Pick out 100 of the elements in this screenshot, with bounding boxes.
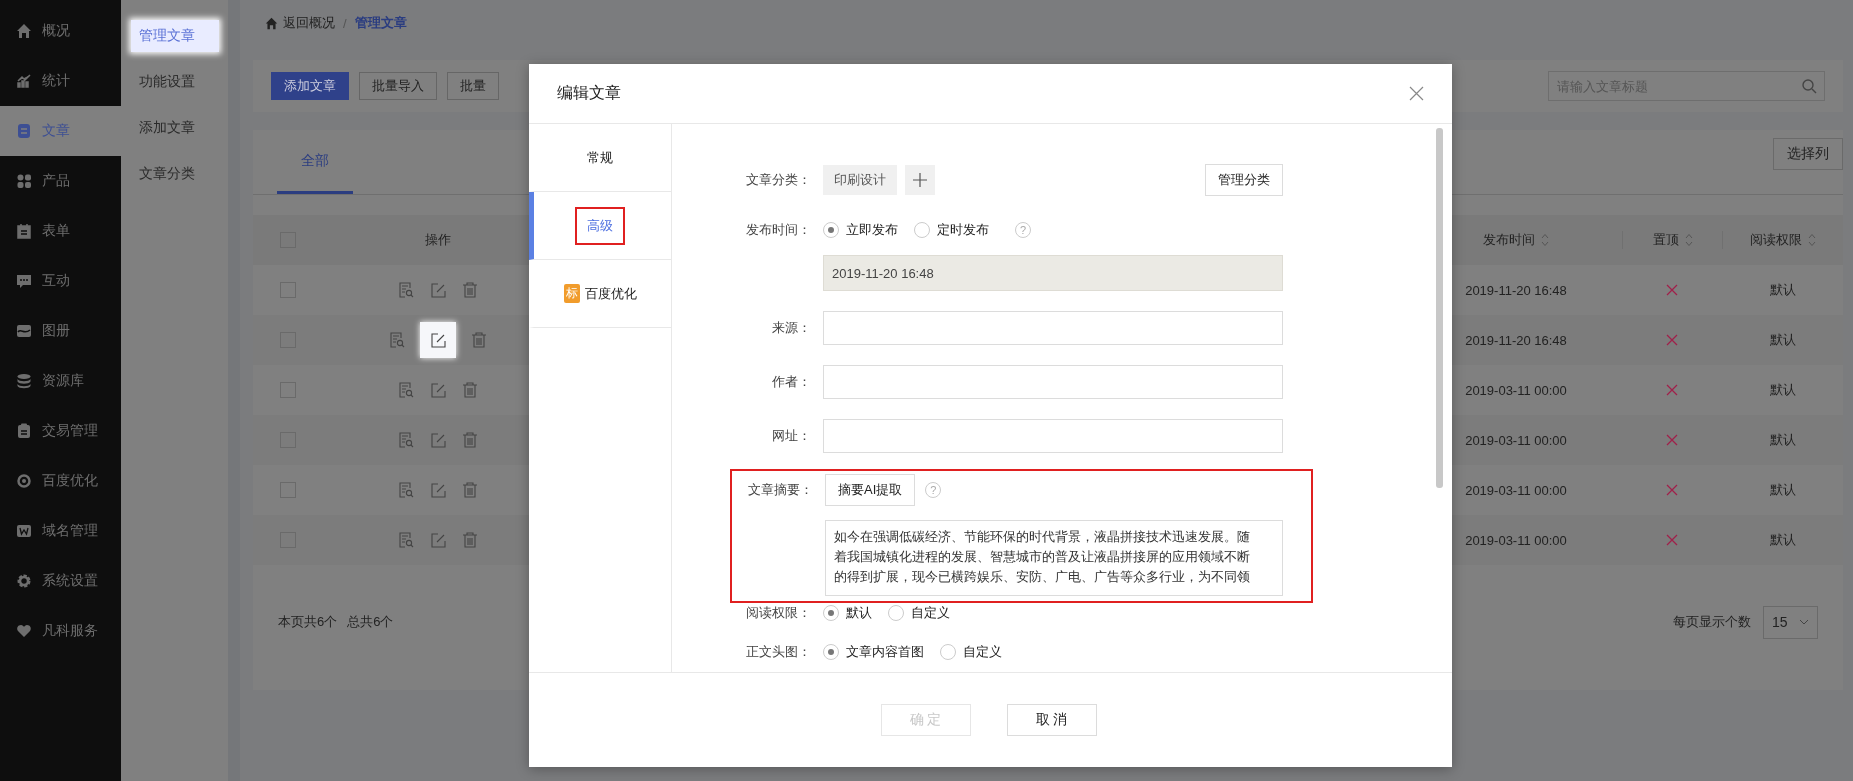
heart-icon — [16, 623, 32, 639]
search-icon[interactable] — [1801, 78, 1817, 94]
preview-icon[interactable] — [397, 281, 415, 299]
document-icon — [16, 123, 32, 139]
submenu-item[interactable]: 管理文章 — [131, 20, 219, 52]
nav-item[interactable]: 互动 — [0, 256, 121, 306]
submenu-item[interactable]: 添加文章 — [131, 112, 219, 144]
nav-item[interactable]: 产品 — [0, 156, 121, 206]
tab[interactable]: 全部 — [277, 130, 353, 194]
sort-icon[interactable] — [1684, 233, 1693, 247]
radio-option[interactable]: 自定义 — [888, 604, 950, 622]
preview-icon[interactable] — [397, 431, 415, 449]
radio-option[interactable]: 立即发布 — [823, 221, 898, 239]
picture-icon — [16, 323, 32, 339]
table-cell: 默认 — [1769, 331, 1796, 349]
page-size-label: 每页显示个数 — [1673, 613, 1751, 631]
sort-icon[interactable] — [1808, 233, 1816, 247]
nav-item[interactable]: 概况 — [0, 6, 121, 56]
table-cell: 2019-03-11 00:00 — [1465, 432, 1567, 448]
nav-item[interactable]: 图册 — [0, 306, 121, 356]
date-field[interactable]: 2019-11-20 16:48 — [823, 255, 1283, 291]
preview-icon[interactable] — [388, 331, 406, 349]
calendar-icon — [16, 223, 32, 239]
nav-item[interactable]: 系统设置 — [0, 556, 121, 606]
total-count: 总共6个 — [347, 613, 394, 631]
add-button[interactable] — [905, 165, 935, 195]
edit-icon[interactable] — [429, 331, 447, 349]
table-cell: 2019-11-20 16:48 — [1465, 282, 1567, 298]
field-label: 文章摘要： — [747, 481, 814, 499]
delete-icon[interactable] — [461, 431, 479, 449]
nav-item[interactable]: 交易管理 — [0, 406, 121, 456]
nav-item[interactable]: 表单 — [0, 206, 121, 256]
database-icon — [16, 373, 32, 389]
manage-category-button[interactable]: 管理分类 — [1205, 164, 1283, 196]
grid-icon — [16, 173, 32, 189]
field-label: 来源： — [771, 319, 812, 337]
ai-extract-button[interactable]: 摘要AI提取 — [825, 474, 916, 506]
radio-option[interactable]: 文章内容首图 — [823, 643, 924, 661]
field-label: 阅读权限： — [745, 604, 812, 622]
nav-item[interactable]: 统计 — [0, 56, 121, 106]
nav-item[interactable]: 凡科服务 — [0, 606, 121, 656]
dialog-title: 编辑文章 — [557, 83, 621, 103]
nav-item[interactable]: 文章 — [0, 106, 121, 156]
delete-icon[interactable] — [461, 281, 479, 299]
toolbar-button[interactable]: 批量导入 — [359, 72, 437, 100]
ring-icon — [16, 473, 32, 489]
preview-icon[interactable] — [397, 381, 415, 399]
input-field[interactable] — [823, 419, 1283, 453]
dialog-tab[interactable]: 常规 — [529, 124, 671, 192]
column-header[interactable]: 阅读权限 — [1750, 231, 1816, 249]
column-header[interactable]: 发布时间 — [1483, 231, 1549, 249]
nav-item[interactable]: 资源库 — [0, 356, 121, 406]
preview-icon[interactable] — [397, 481, 415, 499]
radio-option[interactable]: 自定义 — [940, 643, 1002, 661]
field-label: 文章分类： — [745, 171, 812, 189]
dialog-tab[interactable]: 高级 — [529, 192, 671, 260]
submenu-item[interactable]: 文章分类 — [131, 158, 219, 190]
nav-item[interactable]: 百度优化 — [0, 456, 121, 506]
delete-icon[interactable] — [470, 331, 488, 349]
column-title: 发布时间 — [1483, 231, 1535, 249]
plus-icon — [913, 173, 927, 187]
breadcrumb-current: 管理文章 — [354, 14, 407, 32]
delete-icon[interactable] — [461, 481, 479, 499]
summary-textarea[interactable]: 如今在强调低碳经济、节能环保的时代背景，液晶拼接技术迅速发展。随着我国城镇化进程的发展、智慧城市的普及让液晶拼接屏的应用领域不断的得到扩展，现今已横跨娱乐、安防、广电、广告等众多行业，为不同领 — [825, 520, 1283, 596]
page-size-select[interactable]: 15 — [1763, 605, 1818, 639]
column-chooser-button[interactable]: 选择列 — [1773, 138, 1843, 170]
tag-badge: 标 — [563, 284, 580, 303]
submenu-item[interactable]: 功能设置 — [131, 66, 219, 98]
table-cell: 2019-11-20 16:48 — [1465, 332, 1567, 348]
dialog-tab[interactable]: 标 百度优化 — [529, 260, 671, 328]
close-icon[interactable] — [1409, 86, 1424, 101]
toolbar-button[interactable]: 批量 — [447, 72, 499, 100]
settings-icon — [16, 573, 32, 589]
page-count: 本页共6个 — [278, 613, 338, 631]
dialog-button[interactable]: 取 消 — [1006, 704, 1097, 736]
preview-icon[interactable] — [397, 531, 415, 549]
breadcrumb-separator: / — [343, 15, 347, 31]
scrollbar-thumb[interactable] — [1436, 128, 1443, 488]
column-header[interactable]: 置顶 — [1652, 231, 1693, 249]
field-label: 网址： — [771, 427, 812, 445]
nav-item[interactable]: 域名管理 — [0, 506, 121, 556]
table-cell: 默认 — [1769, 531, 1796, 549]
radio-option[interactable]: 默认 — [823, 604, 872, 622]
column-title: 阅读权限 — [1750, 231, 1802, 249]
toolbar-button[interactable]: 添加文章 — [271, 72, 349, 100]
back-link[interactable]: 返回概况 — [265, 14, 335, 32]
delete-icon[interactable] — [461, 531, 479, 549]
sort-icon[interactable] — [1541, 233, 1549, 247]
input-field[interactable] — [823, 311, 1283, 345]
table-cell: 默认 — [1769, 481, 1796, 499]
input-field[interactable] — [823, 365, 1283, 399]
column-title: 置顶 — [1652, 231, 1679, 249]
highlight-frame: 高级 — [575, 206, 625, 245]
delete-icon[interactable] — [461, 381, 479, 399]
field-label: 作者： — [771, 373, 812, 391]
table-cell: 默认 — [1769, 431, 1796, 449]
radio-option[interactable]: 定时发布 — [914, 221, 989, 239]
chat-icon — [16, 273, 32, 289]
w-icon — [16, 523, 32, 539]
home-icon — [16, 23, 32, 39]
